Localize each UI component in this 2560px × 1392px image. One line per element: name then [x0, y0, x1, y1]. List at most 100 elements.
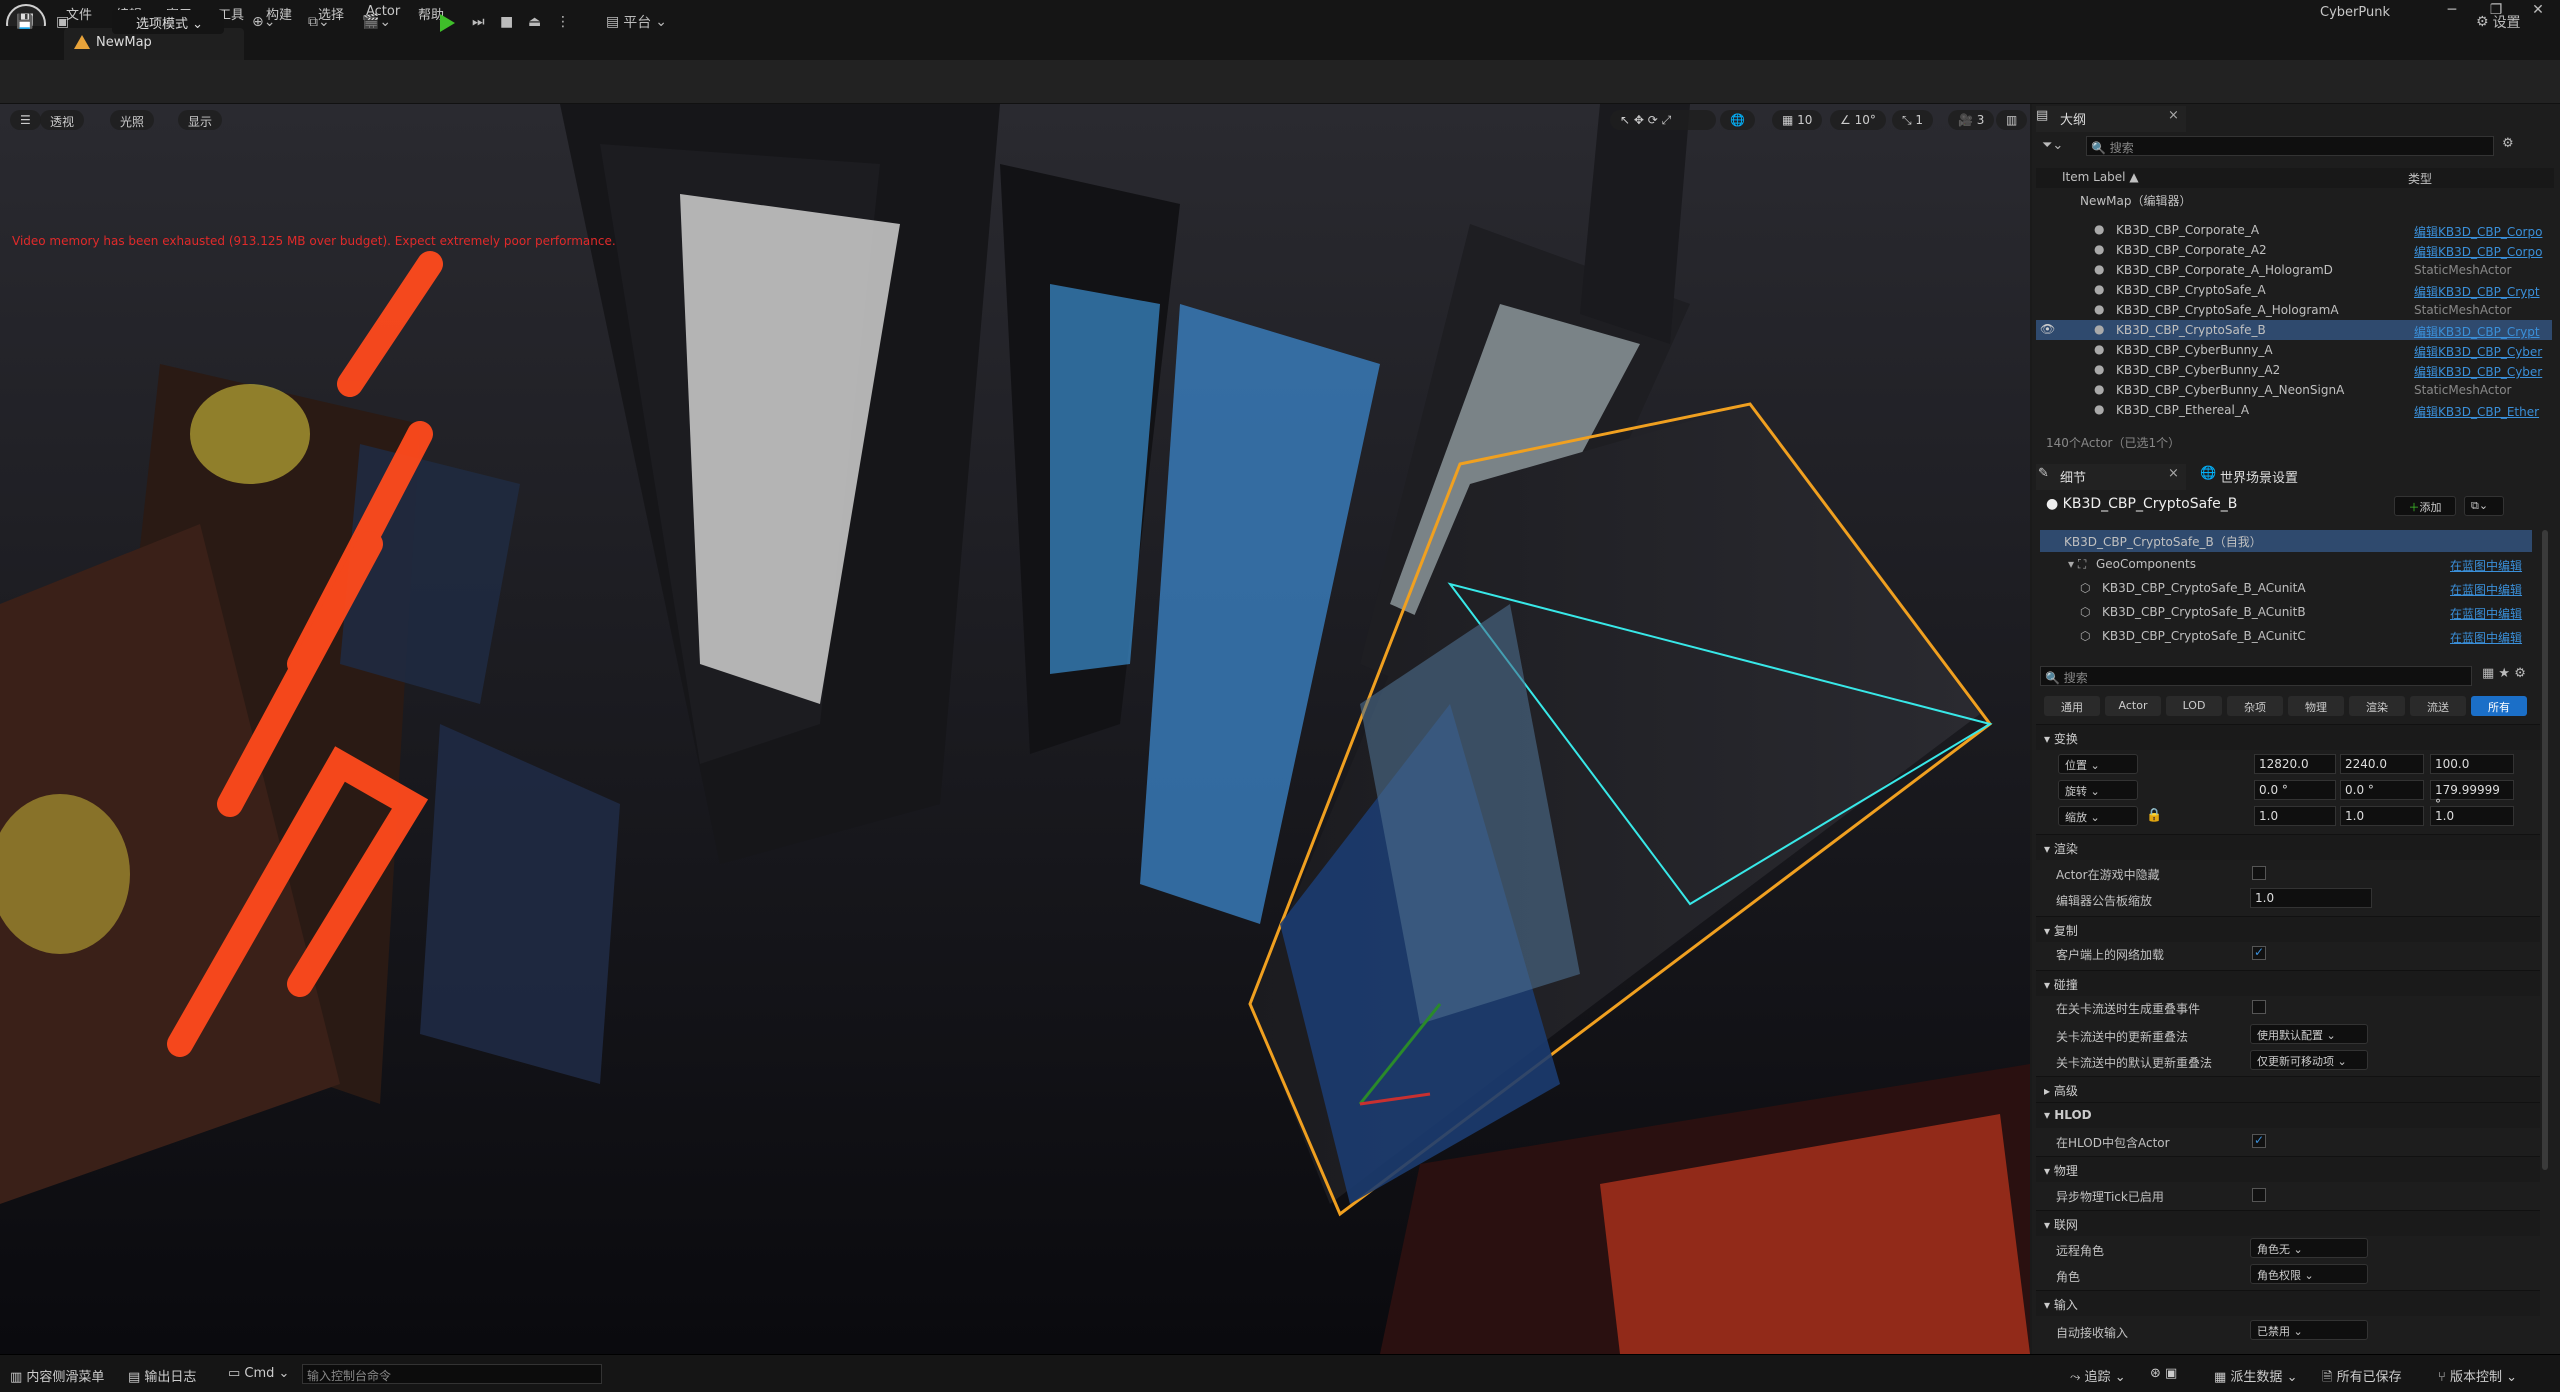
filter-tab[interactable]: 流送	[2410, 696, 2466, 716]
outliner-row-type[interactable]: 编辑KB3D_CBP_Crypt	[2414, 323, 2550, 340]
outliner-row-type[interactable]: 编辑KB3D_CBP_Corpo	[2414, 243, 2550, 260]
col-type[interactable]: 类型	[2408, 170, 2432, 190]
location-x-field[interactable]: 12820.0	[2254, 754, 2336, 774]
grid-snap-button[interactable]: ▦ 10	[1772, 110, 1823, 130]
perspective-button[interactable]: 透视	[40, 110, 85, 130]
blueprint-icon[interactable]: ⧉⌄	[308, 10, 330, 34]
component-row[interactable]: ⬡ KB3D_CBP_CryptoSafe_B_ACunitA 在蓝图中编辑	[2040, 578, 2532, 600]
outliner-row-type[interactable]: 编辑KB3D_CBP_Ether	[2414, 403, 2550, 420]
details-close-icon[interactable]: ×	[2168, 466, 2179, 481]
mode-select-button[interactable]: 选项模式 ⌄	[112, 10, 224, 34]
derived-data-button[interactable]: ▦ 派生数据 ⌄	[2214, 1366, 2297, 1385]
outliner-row[interactable]: ● KB3D_CBP_CryptoSafe_A 编辑KB3D_CBP_Crypt	[2036, 280, 2552, 300]
details-tab[interactable]: 细节	[2036, 464, 2186, 490]
rotation-y-field[interactable]: 0.0 °	[2340, 780, 2424, 800]
platform-button[interactable]: ▤ 平台 ⌄	[606, 10, 667, 34]
update-overlaps-dropdown[interactable]: 使用默认配置 ⌄	[2250, 1024, 2368, 1044]
component-row[interactable]: ⬡ KB3D_CBP_CryptoSafe_B_ACunitC 在蓝图中编辑	[2040, 626, 2532, 648]
filter-tab[interactable]: 通用	[2044, 696, 2100, 716]
status-icons[interactable]: ⊛ ▣	[2150, 1366, 2177, 1381]
overlap-events-checkbox[interactable]	[2252, 1000, 2266, 1014]
remote-role-dropdown[interactable]: 角色无 ⌄	[2250, 1238, 2368, 1258]
edit-in-blueprint-link[interactable]: 在蓝图中编辑	[2450, 581, 2522, 598]
edit-in-blueprint-link[interactable]: 在蓝图中编辑	[2450, 629, 2522, 646]
hlod-include-checkbox[interactable]	[2252, 1134, 2266, 1148]
blueprint-options-button[interactable]: ⧉⌄	[2464, 496, 2504, 516]
location-dropdown[interactable]: 位置 ⌄	[2058, 754, 2138, 774]
default-update-dropdown[interactable]: 仅更新可移动项 ⌄	[2250, 1050, 2368, 1070]
self-component-row[interactable]: KB3D_CBP_CryptoSafe_B（自我）	[2040, 530, 2532, 552]
add-component-button[interactable]: ＋添加	[2394, 496, 2456, 516]
filter-tab[interactable]: LOD	[2166, 696, 2222, 716]
outliner-search-input[interactable]: 🔍 搜索	[2086, 136, 2494, 156]
grid-view-icon[interactable]: ▦ ★ ⚙	[2482, 666, 2526, 681]
cinematics-icon[interactable]: 🎬⌄	[362, 10, 391, 34]
lit-button[interactable]: 光照	[110, 110, 155, 130]
browse-icon[interactable]: ▣	[56, 10, 69, 34]
section-collision[interactable]: ▾ 碰撞	[2036, 970, 2540, 996]
edit-in-blueprint-link[interactable]: 在蓝图中编辑	[2450, 605, 2522, 622]
edit-in-blueprint-link[interactable]: 在蓝图中编辑	[2450, 557, 2522, 574]
layout-icon[interactable]: ▥	[1996, 110, 2028, 130]
play-icon[interactable]	[440, 14, 455, 32]
details-search-input[interactable]: 🔍 搜索	[2040, 666, 2472, 686]
trace-button[interactable]: ⤳ 追踪 ⌄	[2070, 1366, 2126, 1385]
filter-tab[interactable]: Actor	[2105, 696, 2161, 716]
location-z-field[interactable]: 100.0	[2430, 754, 2514, 774]
outliner-tab[interactable]: 大纲	[2036, 106, 2186, 132]
filter-tab[interactable]: 物理	[2288, 696, 2344, 716]
scale-dropdown[interactable]: 缩放 ⌄	[2058, 806, 2138, 826]
outliner-row[interactable]: ● KB3D_CBP_CyberBunny_A2 编辑KB3D_CBP_Cyber	[2036, 360, 2552, 380]
rotation-z-field[interactable]: 179.99999 °	[2430, 780, 2514, 811]
scale-x-field[interactable]: 1.0	[2254, 806, 2336, 826]
section-render[interactable]: ▾ 渲染	[2036, 834, 2540, 860]
scale-snap-button[interactable]: ⤡ 1	[1892, 110, 1934, 130]
output-log-button[interactable]: ▤ 输出日志	[128, 1366, 196, 1385]
outliner-row-type[interactable]: 编辑KB3D_CBP_Cyber	[2414, 363, 2550, 380]
scale-y-field[interactable]: 1.0	[2340, 806, 2424, 826]
rotation-dropdown[interactable]: 旋转 ⌄	[2058, 780, 2138, 800]
content-drawer-button[interactable]: ▥ 内容侧滑菜单	[10, 1366, 104, 1385]
auto-input-dropdown[interactable]: 已禁用 ⌄	[2250, 1320, 2368, 1340]
all-saved-button[interactable]: 🗎 所有已保存	[2322, 1366, 2402, 1390]
outliner-close-icon[interactable]: ×	[2168, 108, 2179, 123]
component-row[interactable]: ▾ ⛶ GeoComponents 在蓝图中编辑	[2040, 554, 2532, 576]
section-transform[interactable]: ▾ 变换	[2036, 724, 2540, 750]
section-replication[interactable]: ▾ 复制	[2036, 916, 2540, 942]
filter-tab[interactable]: 渲染	[2349, 696, 2405, 716]
details-scrollbar[interactable]	[2542, 530, 2548, 1170]
section-input[interactable]: ▾ 输入	[2036, 1290, 2540, 1316]
skip-icon[interactable]: ⏭	[472, 10, 485, 34]
col-label[interactable]: Item Label ▲	[2062, 170, 2139, 184]
section-network[interactable]: ▾ 联网	[2036, 1210, 2540, 1236]
rotation-x-field[interactable]: 0.0 °	[2254, 780, 2336, 800]
section-hlod[interactable]: ▾ HLOD	[2036, 1102, 2540, 1128]
outliner-row[interactable]: ● KB3D_CBP_CyberBunny_A_NeonSignA StaticMe…	[2036, 380, 2552, 400]
hidden-in-game-checkbox[interactable]	[2252, 866, 2266, 880]
cmd-dropdown[interactable]: ▭ Cmd ⌄	[228, 1366, 289, 1381]
outliner-settings-icon[interactable]: ⚙	[2502, 136, 2514, 151]
outliner-row-type[interactable]: 编辑KB3D_CBP_Crypt	[2414, 283, 2550, 300]
location-y-field[interactable]: 2240.0	[2340, 754, 2424, 774]
net-load-checkbox[interactable]	[2252, 946, 2266, 960]
outliner-row-type[interactable]: 编辑KB3D_CBP_Corpo	[2414, 223, 2550, 240]
viewport-menu-icon[interactable]: ☰	[10, 110, 41, 130]
filter-icon[interactable]: ⏷⌄	[2042, 138, 2063, 153]
scale-z-field[interactable]: 1.0	[2430, 806, 2514, 826]
outliner-row[interactable]: ● KB3D_CBP_Corporate_A 编辑KB3D_CBP_Corpo	[2036, 220, 2552, 240]
more-icon[interactable]: ⋮	[556, 10, 570, 34]
level-viewport[interactable]	[0, 104, 2030, 1354]
filter-tab[interactable]: 杂项	[2227, 696, 2283, 716]
outliner-row-type[interactable]: 编辑KB3D_CBP_Cyber	[2414, 343, 2550, 360]
outliner-row[interactable]: ● KB3D_CBP_Ethereal_A 编辑KB3D_CBP_Ether	[2036, 400, 2552, 420]
outliner-row[interactable]: ● KB3D_CBP_Corporate_A2 编辑KB3D_CBP_Corpo	[2036, 240, 2552, 260]
outliner-row[interactable]: 👁 ● KB3D_CBP_CryptoSafe_B 编辑KB3D_CBP_Crypt	[2036, 320, 2552, 340]
console-input[interactable]: 输入控制台命令	[302, 1364, 602, 1384]
minimize-button[interactable]: ─	[2432, 2, 2472, 24]
role-dropdown[interactable]: 角色权限 ⌄	[2250, 1264, 2368, 1284]
section-advanced[interactable]: ▸ 高级	[2036, 1076, 2540, 1102]
component-row[interactable]: ⬡ KB3D_CBP_CryptoSafe_B_ACunitB 在蓝图中编辑	[2040, 602, 2532, 624]
add-actor-icon[interactable]: ⊕⌄	[252, 10, 275, 34]
show-button[interactable]: 显示	[178, 110, 223, 130]
source-control-button[interactable]: ⑂ 版本控制 ⌄	[2438, 1366, 2517, 1385]
